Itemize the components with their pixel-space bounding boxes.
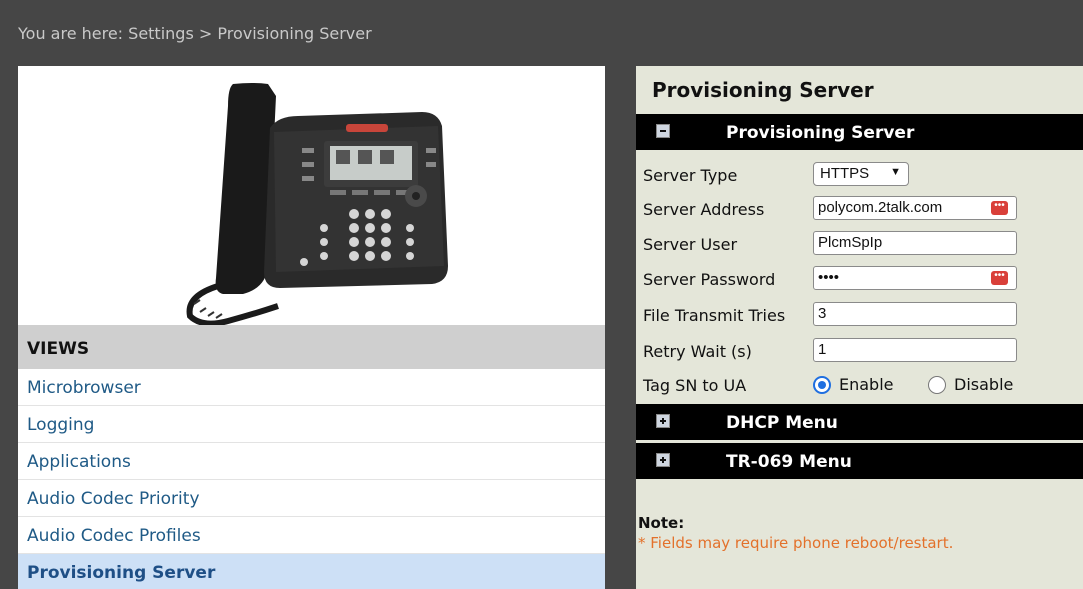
server-type-select[interactable]: HTTPS ▼	[813, 162, 909, 186]
password-manager-icon[interactable]: •••	[991, 271, 1008, 285]
server-address-input[interactable]: polycom.2talk.com •••	[813, 196, 1017, 220]
expand-icon[interactable]	[656, 453, 670, 467]
nav-item-audio-codec-priority[interactable]: Audio Codec Priority	[18, 480, 605, 517]
panel-title: Provisioning Server	[652, 78, 874, 102]
note-title: Note:	[638, 514, 685, 532]
server-user-value: PlcmSpIp	[818, 234, 883, 251]
left-panel: VIEWS Microbrowser Logging Applications …	[18, 66, 605, 589]
settings-panel: Provisioning Server Provisioning Server …	[636, 66, 1083, 589]
server-type-label: Server Type	[643, 166, 738, 185]
row-server-password: Server Password •••• •••	[643, 264, 1083, 294]
row-server-address: Server Address polycom.2talk.com •••	[643, 194, 1083, 224]
disable-radio[interactable]	[928, 376, 946, 394]
section-tr069-menu[interactable]: TR-069 Menu	[636, 443, 1083, 479]
nav-item-microbrowser[interactable]: Microbrowser	[18, 369, 605, 406]
row-server-type: Server Type HTTPS ▼	[643, 160, 1083, 190]
section-dhcp-menu[interactable]: DHCP Menu	[636, 404, 1083, 440]
file-transmit-tries-label: File Transmit Tries	[643, 306, 786, 325]
row-file-transmit-tries: File Transmit Tries 3	[643, 300, 1083, 330]
nav-item-provisioning-server[interactable]: Provisioning Server	[18, 554, 605, 589]
retry-wait-label: Retry Wait (s)	[643, 342, 752, 361]
server-password-label: Server Password	[643, 270, 776, 289]
server-password-input[interactable]: •••• •••	[813, 266, 1017, 290]
server-user-input[interactable]: PlcmSpIp	[813, 231, 1017, 255]
section-label: Provisioning Server	[726, 123, 915, 143]
phone-image	[18, 66, 605, 327]
row-tag-sn-to-ua: Tag SN to UA Enable Disable	[643, 370, 1083, 400]
server-type-value: HTTPS	[820, 165, 870, 182]
retry-wait-value: 1	[818, 341, 827, 358]
expand-icon[interactable]	[656, 414, 670, 428]
note-text: * Fields may require phone reboot/restar…	[638, 534, 954, 552]
breadcrumb: You are here: Settings > Provisioning Se…	[18, 24, 372, 43]
section-label: TR-069 Menu	[726, 452, 852, 472]
enable-label: Enable	[839, 375, 894, 394]
views-nav: Microbrowser Logging Applications Audio …	[18, 369, 605, 589]
nav-item-audio-codec-profiles[interactable]: Audio Codec Profiles	[18, 517, 605, 554]
server-address-value: polycom.2talk.com	[818, 199, 943, 216]
file-transmit-tries-input[interactable]: 3	[813, 302, 1017, 326]
chevron-down-icon: ▼	[890, 166, 901, 178]
tag-sn-label: Tag SN to UA	[643, 376, 747, 395]
server-user-label: Server User	[643, 235, 738, 254]
collapse-icon[interactable]	[656, 124, 670, 138]
disable-label: Disable	[954, 375, 1014, 394]
row-server-user: Server User PlcmSpIp	[643, 229, 1083, 259]
nav-item-logging[interactable]: Logging	[18, 406, 605, 443]
password-manager-icon[interactable]: •••	[991, 201, 1008, 215]
polycom-logo	[346, 124, 388, 132]
enable-radio[interactable]	[813, 376, 831, 394]
file-transmit-tries-value: 3	[818, 305, 827, 322]
server-address-label: Server Address	[643, 200, 765, 219]
server-password-value: ••••	[818, 269, 840, 286]
nav-item-applications[interactable]: Applications	[18, 443, 605, 480]
row-retry-wait: Retry Wait (s) 1	[643, 336, 1083, 366]
retry-wait-input[interactable]: 1	[813, 338, 1017, 362]
views-header: VIEWS	[18, 325, 605, 369]
section-provisioning-server[interactable]: Provisioning Server	[636, 114, 1083, 150]
section-label: DHCP Menu	[726, 413, 838, 433]
phone-illustration	[186, 83, 448, 327]
